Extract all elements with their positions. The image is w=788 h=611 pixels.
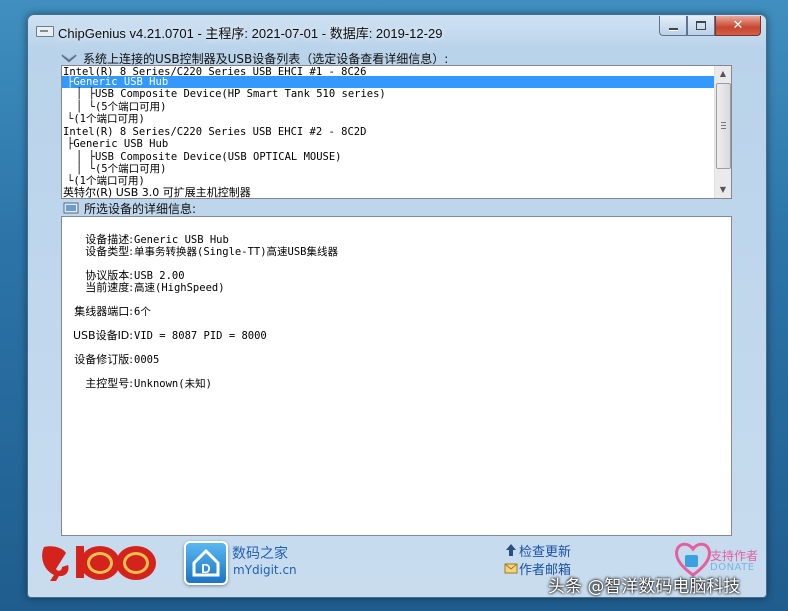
device-list-item[interactable]: ├Generic USB Hub bbox=[62, 138, 168, 150]
minimize-button[interactable] bbox=[659, 16, 687, 36]
detail-value: 6个 bbox=[134, 306, 151, 318]
detail-key: 设备类型: bbox=[85, 245, 133, 258]
detail-row: 设备修订版: 0005 bbox=[62, 353, 722, 367]
detail-value: USB 2.00 bbox=[134, 270, 185, 282]
detail-row: 协议版本: USB 2.00 bbox=[62, 270, 722, 283]
usb-list-icon bbox=[61, 53, 77, 63]
email-icon bbox=[504, 563, 518, 574]
detail-key: 主控型号: bbox=[85, 377, 133, 390]
close-icon: ✕ bbox=[732, 18, 744, 33]
device-list-item[interactable]: └(1个端口可用) bbox=[62, 113, 145, 125]
device-list-item[interactable]: │ ├USB Composite Device(HP Smart Tank 51… bbox=[62, 88, 386, 100]
detail-value: Generic USB Hub bbox=[134, 234, 229, 246]
mydigit-logo-icon[interactable]: D bbox=[184, 541, 228, 585]
detail-row: 设备类型: 单事务转换器(Single-TT)高速USB集线器 bbox=[62, 245, 722, 259]
window-title: ChipGenius v4.21.0701 - 主程序: 2021-07-01 … bbox=[58, 26, 443, 41]
device-list-item[interactable]: │ └(5个端口可用) bbox=[62, 163, 166, 175]
scroll-down-arrow-icon[interactable]: ▼ bbox=[715, 182, 731, 198]
chipgenius-window: ChipGenius v4.21.0701 - 主程序: 2021-07-01 … bbox=[27, 14, 767, 598]
detail-key: 当前速度: bbox=[85, 281, 133, 294]
detail-row: 集线器端口: 6个 bbox=[62, 305, 722, 319]
scroll-thumb[interactable] bbox=[716, 83, 731, 169]
detail-row: 主控型号: Unknown(未知) bbox=[62, 377, 722, 391]
detail-value: 高速(HighSpeed) bbox=[134, 282, 225, 294]
check-update-link[interactable]: 检查更新 bbox=[519, 541, 571, 560]
detail-value: Unknown(未知) bbox=[134, 378, 212, 390]
details-label: 所选设备的详细信息: bbox=[84, 202, 197, 216]
detail-row: 当前速度: 高速(HighSpeed) bbox=[62, 281, 722, 295]
caption-buttons: ✕ bbox=[659, 16, 761, 36]
detail-key: 设备修订版: bbox=[74, 353, 133, 366]
maximize-button[interactable] bbox=[687, 16, 715, 36]
maximize-icon bbox=[696, 21, 706, 30]
device-list-scrollbar[interactable]: ▲ ▼ bbox=[714, 66, 731, 198]
device-list-item[interactable]: Intel(R) 8 Series/C220 Series USB EHCI #… bbox=[62, 126, 366, 138]
app-icon[interactable] bbox=[36, 26, 54, 37]
close-button[interactable]: ✕ bbox=[715, 16, 761, 36]
scroll-grip bbox=[721, 128, 726, 129]
toutiao-watermark: 头条 @智洋数码电脑科技 bbox=[548, 577, 741, 597]
detail-value: 0005 bbox=[134, 354, 160, 366]
scroll-grip bbox=[721, 122, 726, 123]
detail-value: 单事务转换器(Single-TT)高速USB集线器 bbox=[134, 246, 339, 258]
device-list-item[interactable]: │ └(5个端口可用) bbox=[62, 101, 166, 113]
title-bar[interactable]: ChipGenius v4.21.0701 - 主程序: 2021-07-01 … bbox=[28, 15, 766, 47]
device-list-item[interactable]: │ ├USB Composite Device(USB OPTICAL MOUS… bbox=[62, 151, 342, 163]
detail-key: 集线器端口: bbox=[74, 305, 133, 318]
detail-key: USB设备ID: bbox=[72, 329, 133, 342]
device-details-panel: 设备描述: Generic USB Hub 设备类型: 单事务转换器(Single-T… bbox=[61, 216, 732, 536]
detail-value: VID = 8087 PID = 8000 bbox=[134, 330, 267, 342]
scroll-up-arrow-icon[interactable]: ▲ bbox=[715, 66, 731, 82]
minimize-icon bbox=[668, 27, 678, 30]
detail-row: 设备描述: Generic USB Hub bbox=[62, 234, 722, 247]
detail-row: USB设备ID: VID = 8087 PID = 8000 bbox=[62, 329, 722, 343]
device-list-item[interactable]: 英特尔(R) USB 3.0 可扩展主机控制器 bbox=[62, 187, 251, 199]
brand-url[interactable]: mYdigit.cn bbox=[233, 563, 297, 577]
scroll-grip bbox=[721, 125, 726, 126]
party-centenary-logo bbox=[42, 546, 156, 581]
device-list-items: Intel(R) 8 Series/C220 Series USB EHCI #… bbox=[62, 66, 714, 198]
device-list-item[interactable]: ├Generic USB Hub bbox=[62, 76, 714, 88]
update-arrow-icon bbox=[506, 544, 516, 556]
details-icon bbox=[63, 202, 79, 214]
brand-name[interactable]: 数码之家 bbox=[232, 543, 288, 563]
svg-text:D: D bbox=[201, 561, 210, 576]
device-list[interactable]: Intel(R) 8 Series/C220 Series USB EHCI #… bbox=[61, 65, 732, 199]
